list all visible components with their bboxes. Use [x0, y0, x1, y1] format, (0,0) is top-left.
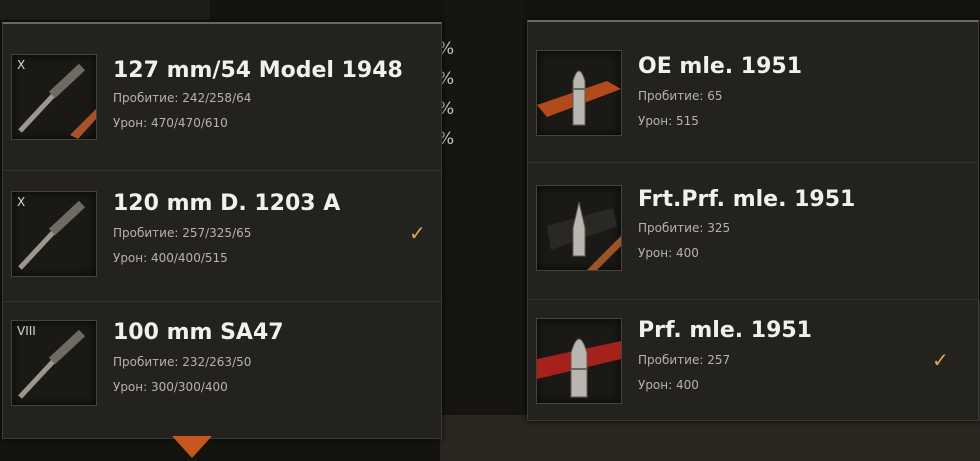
- gun-damage: Урон: 400/400/515: [113, 251, 228, 265]
- gun-name: 127 mm/54 Model 1948: [113, 58, 403, 83]
- gun-penetration: Пробитие: 257/325/65: [113, 226, 252, 240]
- ammo-penetration: Пробитие: 325: [638, 221, 731, 235]
- ammo-thumbnail: [536, 50, 622, 136]
- gun-penetration: Пробитие: 232/263/50: [113, 355, 252, 369]
- percent-sign: %: [438, 99, 455, 119]
- ammo-damage: Урон: 400: [638, 246, 699, 260]
- percent-sign: %: [438, 129, 455, 149]
- gun-thumbnail: X: [11, 191, 97, 277]
- ammo-selection-panel: OE mle. 1951 Пробитие: 65 Урон: 515 Frt.…: [527, 20, 979, 421]
- ammo-name: Prf. mle. 1951: [638, 318, 812, 343]
- gun-name: 120 mm D. 1203 A: [113, 191, 341, 216]
- ammo-name: Frt.Prf. mle. 1951: [638, 187, 856, 212]
- ammo-thumbnail: [536, 318, 622, 404]
- gun-thumbnail: VIII: [11, 320, 97, 406]
- ammo-penetration: Пробитие: 257: [638, 353, 731, 367]
- background-topbar: [0, 0, 210, 20]
- ap-shell-icon: [537, 338, 621, 398]
- gun-item[interactable]: VIII 100 mm SA47 Пробитие: 232/263/50 Ур…: [3, 301, 441, 439]
- he-shell-icon: [537, 70, 621, 126]
- ammo-penetration: Пробитие: 65: [638, 89, 723, 103]
- gun-tier: X: [17, 58, 26, 72]
- panel-pointer-icon: [172, 436, 212, 458]
- gun-selection-panel: X 127 mm/54 Model 1948 Пробитие: 242/258…: [2, 22, 442, 439]
- ammo-item[interactable]: Prf. mle. 1951 Пробитие: 257 Урон: 400 ✓: [528, 299, 978, 421]
- gun-thumbnail: X: [11, 54, 97, 140]
- selected-check-icon: ✓: [932, 348, 949, 372]
- ammo-name: OE mle. 1951: [638, 54, 803, 79]
- gun-damage: Урон: 470/470/610: [113, 116, 228, 130]
- selected-check-icon: ✓: [409, 221, 426, 245]
- gun-item[interactable]: X 120 mm D. 1203 A Пробитие: 257/325/65 …: [3, 170, 441, 301]
- heat-shell-icon: [547, 201, 621, 270]
- percent-sign: %: [438, 69, 455, 89]
- gun-name: 100 mm SA47: [113, 320, 284, 345]
- gun-stripe: [70, 109, 96, 139]
- gun-item[interactable]: X 127 mm/54 Model 1948 Пробитие: 242/258…: [3, 24, 441, 170]
- percent-sign: %: [438, 39, 455, 59]
- background-percent-column: % % % %: [438, 34, 478, 154]
- ammo-item[interactable]: Frt.Prf. mle. 1951 Пробитие: 325 Урон: 4…: [528, 162, 978, 299]
- background-scene: [440, 415, 980, 461]
- ammo-damage: Урон: 515: [638, 114, 699, 128]
- gun-tier: VIII: [17, 324, 36, 338]
- gun-damage: Урон: 300/300/400: [113, 380, 228, 394]
- ammo-damage: Урон: 400: [638, 378, 699, 392]
- gun-tier: X: [17, 195, 26, 209]
- ammo-item[interactable]: OE mle. 1951 Пробитие: 65 Урон: 515: [528, 22, 978, 162]
- ammo-thumbnail: [536, 185, 622, 271]
- gun-penetration: Пробитие: 242/258/64: [113, 91, 252, 105]
